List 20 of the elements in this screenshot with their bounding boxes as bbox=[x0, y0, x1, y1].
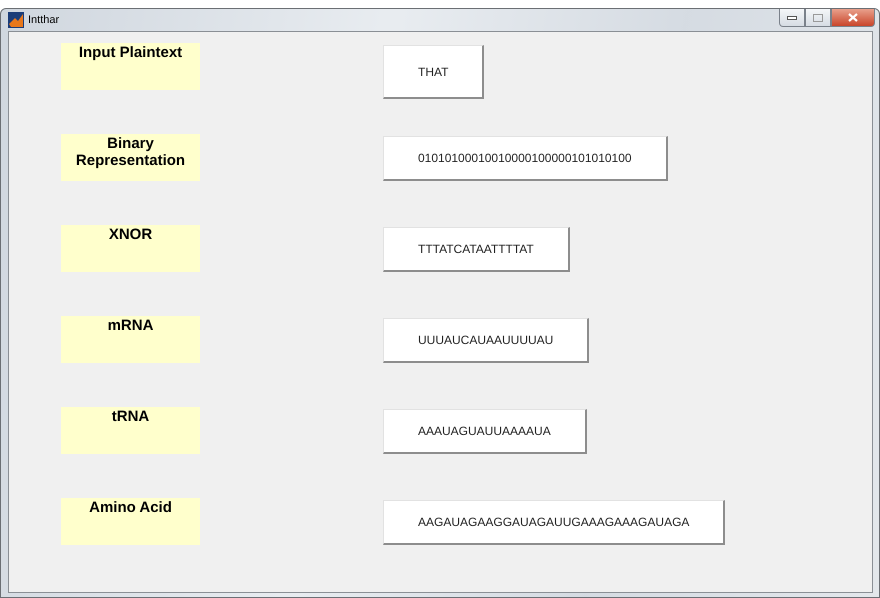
maximize-button[interactable] bbox=[805, 9, 831, 27]
app-logo-icon bbox=[8, 12, 24, 28]
output-field: AAGAUAGAAGGAUAGAUUGAAAGAAAGAUAGA bbox=[383, 500, 726, 545]
close-icon bbox=[848, 13, 858, 22]
output-field: AAAUAGUAUUAAAAUA bbox=[383, 409, 587, 454]
row-label: XNOR bbox=[61, 225, 200, 272]
window-title: Intthar bbox=[28, 14, 60, 26]
output-field: 01010100010010000100000101010100 bbox=[383, 136, 668, 181]
row-label: tRNA bbox=[61, 407, 200, 454]
maximize-icon bbox=[813, 14, 823, 22]
row-label: Binary Representation bbox=[61, 134, 200, 181]
minimize-button[interactable] bbox=[779, 9, 805, 27]
output-field: TTTATCATAATTTTAT bbox=[383, 227, 570, 272]
close-button[interactable] bbox=[831, 9, 875, 27]
input-field[interactable]: THAT bbox=[383, 45, 484, 99]
minimize-icon bbox=[787, 16, 797, 20]
row-label: Amino Acid bbox=[61, 498, 200, 545]
output-field: UUUAUCAUAAUUUUAU bbox=[383, 318, 590, 363]
row-label: Input Plaintext bbox=[61, 43, 200, 90]
row-label: mRNA bbox=[61, 316, 200, 363]
